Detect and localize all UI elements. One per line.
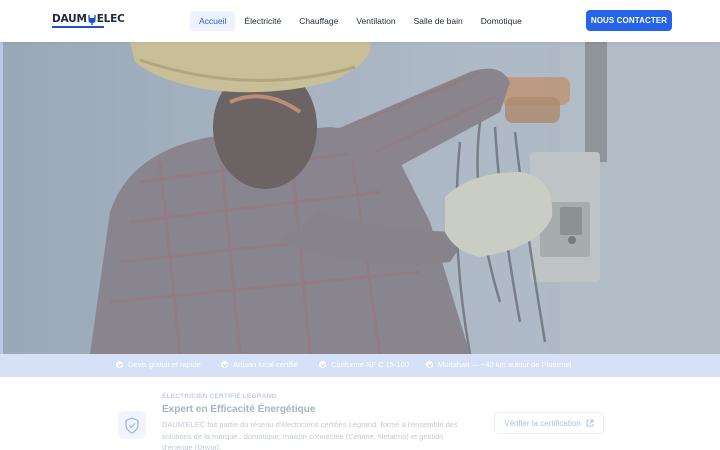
trust-item-artisan: Artisan local certifié [221, 360, 298, 369]
nav-item-electricite[interactable]: Électricité [235, 11, 290, 31]
check-circle-icon [221, 361, 228, 368]
plug-icon [88, 14, 96, 25]
external-link-icon [586, 419, 594, 427]
nav-item-domotique[interactable]: Domotique [472, 11, 531, 31]
hero-edge [0, 42, 3, 354]
trust-label: Artisan local certifié [233, 360, 299, 369]
cert-kicker: ÉLECTRICIEN CERTIFIÉ LEGRAND [162, 393, 277, 400]
nav-item-accueil[interactable]: Accueil [190, 11, 236, 31]
main-nav: Accueil Électricité Chauffage Ventilatio… [190, 11, 531, 31]
check-circle-icon [426, 361, 433, 368]
nav-item-chauffage[interactable]: Chauffage [290, 11, 347, 31]
logo[interactable]: DAUM ELEC [52, 13, 125, 28]
trust-label: Conforme NF C 15-100 [331, 360, 409, 369]
nav-item-ventilation[interactable]: Ventilation [347, 11, 404, 31]
hero-image [0, 42, 720, 354]
trust-item-norme: Conforme NF C 15-100 [319, 360, 409, 369]
trust-item-devis: Devis gratuit et rapide [116, 360, 201, 369]
nav-item-salle-de-bain[interactable]: Salle de bain [405, 11, 472, 31]
check-circle-icon [319, 361, 326, 368]
shield-check-icon [118, 411, 146, 439]
trust-bar: Devis gratuit et rapide Artisan local ce… [0, 354, 720, 377]
trust-label: Morbihan — ~40 km autour de Ploërmel [438, 360, 572, 369]
verify-label: Vérifier la certification [504, 418, 581, 428]
cert-title: Expert en Efficacité Énergétique [162, 404, 316, 415]
check-circle-icon [116, 361, 123, 368]
trust-label: Devis gratuit et rapide [128, 360, 201, 369]
certification-section: ÉLECTRICIEN CERTIFIÉ LEGRAND Expert en E… [0, 377, 720, 450]
electrician-illustration [0, 42, 720, 354]
verify-certification-button[interactable]: Vérifier la certification [494, 412, 604, 434]
logo-underline [52, 26, 104, 28]
contact-button[interactable]: NOUS CONTACTER [586, 10, 672, 31]
logo-text-right: ELEC [96, 13, 125, 25]
site-header: DAUM ELEC Accueil Électricité Chauffage … [0, 0, 720, 42]
trust-item-zone: Morbihan — ~40 km autour de Ploërmel [426, 360, 571, 369]
cert-description: DAUM'ELEC fait partie du réseau d'électr… [162, 420, 458, 450]
logo-text-left: DAUM [52, 13, 87, 25]
